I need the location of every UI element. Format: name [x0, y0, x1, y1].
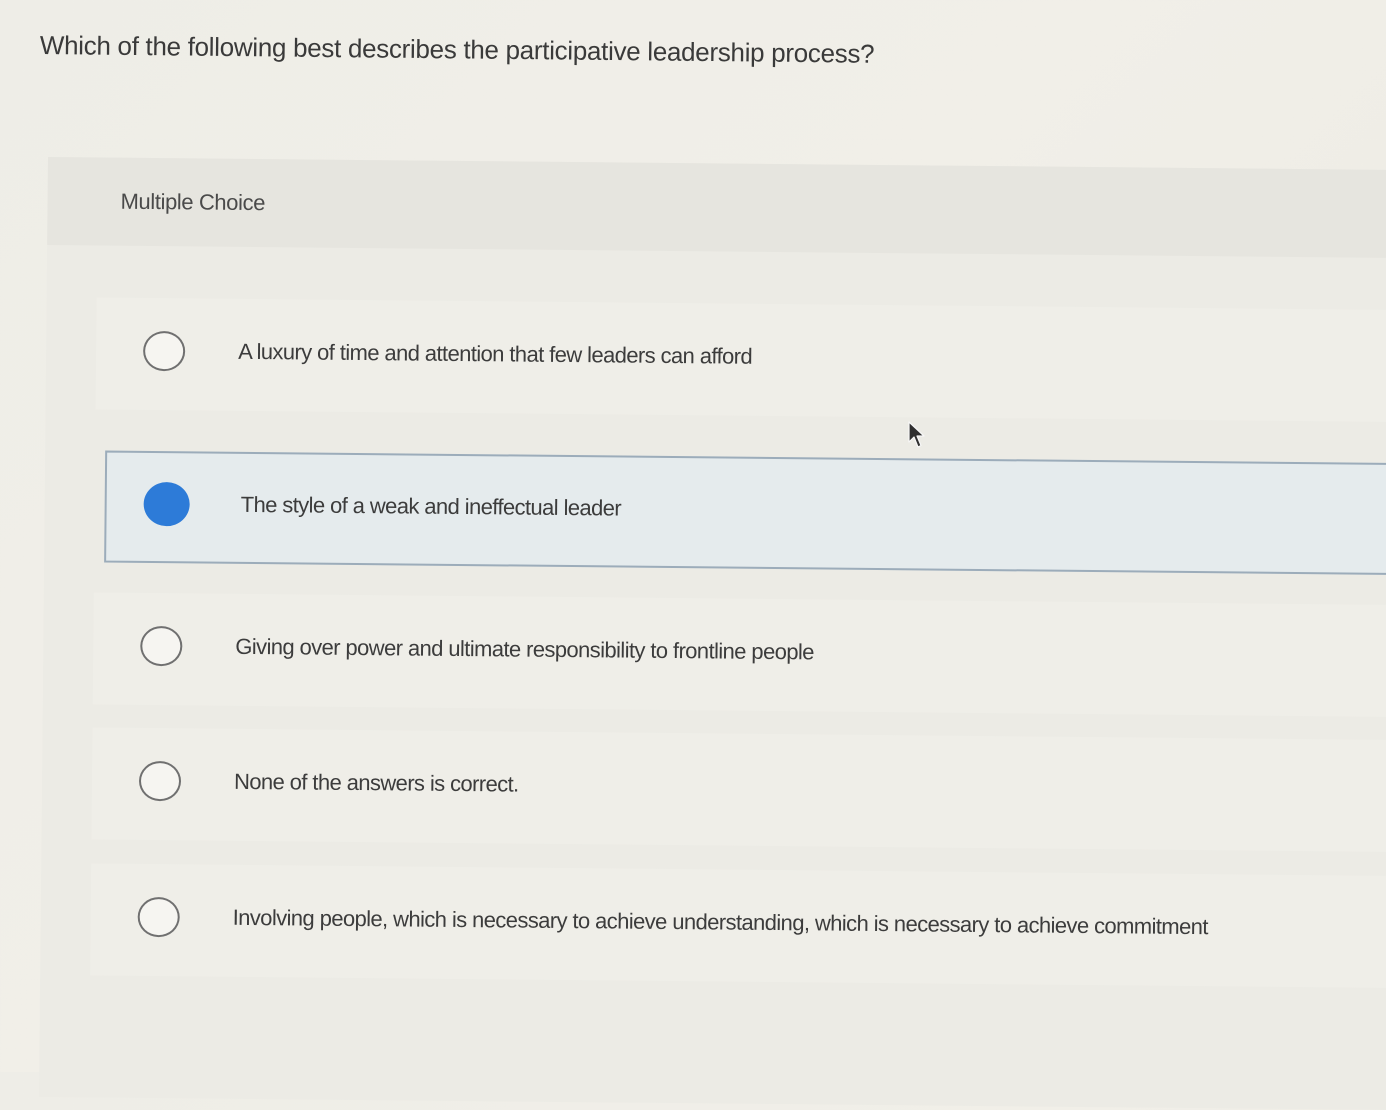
- choice-option-4[interactable]: None of the answers is correct.: [91, 727, 1386, 853]
- choice-label: None of the answers is correct.: [233, 768, 519, 797]
- question-type-label: Multiple Choice: [120, 188, 266, 216]
- choice-label: Involving people, which is necessary to …: [232, 904, 1208, 940]
- radio-unchecked-icon[interactable]: [140, 625, 183, 667]
- question-panel: Multiple Choice A luxury of time and att…: [38, 157, 1386, 1110]
- choice-label: The style of a weak and ineffectual lead…: [240, 491, 622, 521]
- mouse-pointer-icon: [908, 421, 925, 448]
- question-type-header: Multiple Choice: [47, 157, 1386, 259]
- choice-label: Giving over power and ultimate responsib…: [235, 633, 814, 665]
- choice-option-5[interactable]: Involving people, which is necessary to …: [90, 863, 1386, 989]
- radio-unchecked-icon[interactable]: [138, 760, 182, 802]
- radio-unchecked-icon[interactable]: [142, 330, 186, 372]
- choice-option-1[interactable]: A luxury of time and attention that few …: [95, 297, 1386, 423]
- choice-label: A luxury of time and attention that few …: [238, 338, 753, 369]
- radio-unchecked-icon[interactable]: [137, 896, 180, 938]
- question-text: Which of the following best describes th…: [39, 30, 875, 69]
- choice-option-2[interactable]: The style of a weak and ineffectual lead…: [104, 450, 1386, 576]
- radio-checked-icon[interactable]: [143, 481, 190, 527]
- answer-choices: A luxury of time and attention that few …: [90, 297, 1386, 989]
- choice-option-3[interactable]: Giving over power and ultimate responsib…: [92, 592, 1386, 718]
